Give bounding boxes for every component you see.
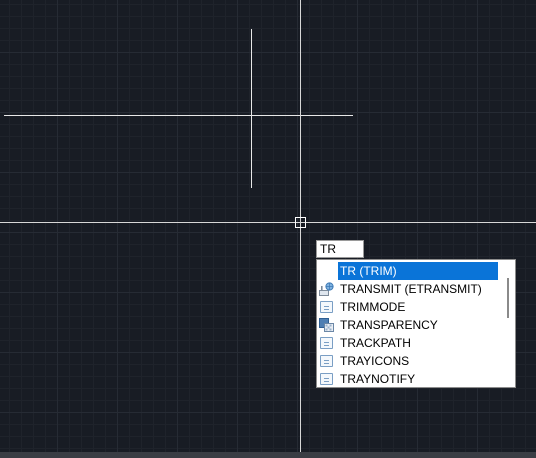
window-bottom-edge [0,452,536,458]
autocomplete-scrollbar[interactable] [503,262,513,386]
autocomplete-item-label: TRAYNOTIFY [340,372,416,386]
autocomplete-item-tr-trim[interactable]: TR (TRIM) [318,262,498,280]
autocomplete-item-transmit[interactable]: TRANSMIT (ETRANSMIT) [318,280,498,298]
pickbox-cursor [295,217,306,228]
autocomplete-item-trimmode[interactable]: TRIMMODE [318,298,498,316]
crosshair-horizontal [0,222,536,223]
autocomplete-item-label: TRANSPARENCY [340,318,438,332]
autocomplete-item-label: TRANSMIT (ETRANSMIT) [340,282,482,296]
autocomplete-item-trayicons[interactable]: TRAYICONS [318,352,498,370]
system-variable-icon [320,337,333,349]
autocomplete-item-transparency[interactable]: TRANSPARENCY [318,316,498,334]
scrollbar-thumb[interactable] [507,278,509,318]
drawing-canvas[interactable] [0,0,536,458]
system-variable-icon [320,355,333,367]
autocomplete-item-label: TRIMMODE [340,300,406,314]
command-autocomplete-list[interactable]: TR (TRIM) TRANSMIT (ETRANSMIT) TRIMMODE [316,259,516,388]
autocomplete-item-label: TR (TRIM) [338,262,498,280]
drawn-line-vertical[interactable] [251,29,252,188]
autocomplete-item-trackpath[interactable]: TRACKPATH [318,334,498,352]
system-variable-icon [320,373,333,385]
dynamic-input-field[interactable]: TR [316,240,364,258]
autocomplete-item-traynotify[interactable]: TRAYNOTIFY [318,370,498,388]
transparency-icon [319,318,334,332]
transmit-icon [319,282,334,296]
autocomplete-item-label: TRAYICONS [340,354,410,368]
autocomplete-item-label: TRACKPATH [340,336,411,350]
system-variable-icon [320,301,333,313]
